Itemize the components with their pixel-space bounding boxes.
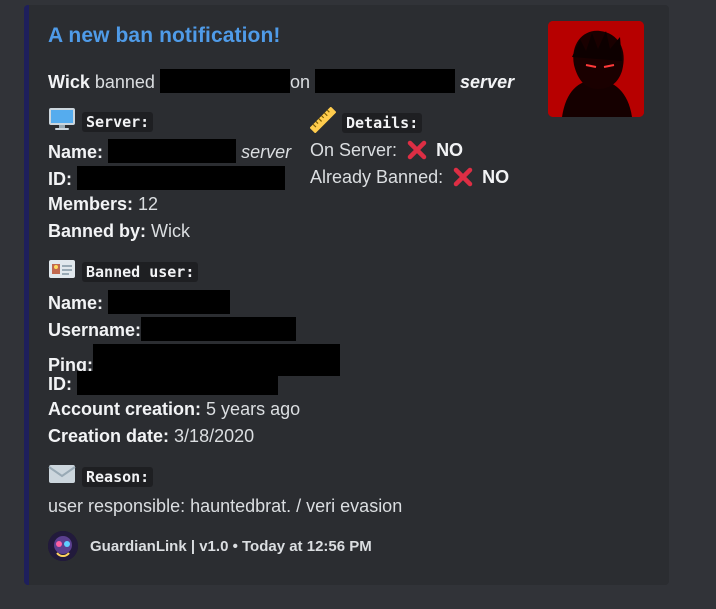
members-label: Members: (48, 194, 134, 214)
summary-suffix: server (460, 72, 515, 92)
ban-notification-embed: A new ban notification! Wick banned on s… (24, 5, 669, 585)
summary-actor: Wick (48, 72, 90, 92)
account-creation-label: Account creation: (48, 399, 202, 419)
redacted-user-id (77, 371, 279, 395)
redacted-username (141, 317, 297, 341)
banned-by-row: Banned by: Wick (48, 220, 190, 242)
summary-verb: banned (94, 72, 155, 92)
creation-date-row: Creation date: 3/18/2020 (48, 425, 254, 447)
redacted-server-name (108, 139, 237, 163)
redacted-server (315, 69, 456, 93)
user-id-label: ID: (48, 374, 72, 394)
server-members-row: Members: 12 (48, 193, 158, 215)
user-name-row: Name: (48, 290, 231, 314)
redacted-user (159, 69, 290, 93)
ruler-icon (309, 106, 337, 138)
server-name-suffix: server (241, 142, 292, 162)
envelope-icon (48, 463, 76, 490)
banned-user-section-header: Banned user: (48, 258, 199, 285)
banned-by-value: Wick (151, 221, 191, 241)
banned-user-heading: Banned user: (82, 261, 199, 282)
reason-heading: Reason: (82, 466, 154, 487)
creation-date-value: 3/18/2020 (174, 426, 255, 446)
redacted-server-id (77, 166, 286, 190)
cross-mark-icon (453, 167, 473, 187)
summary-connector: on (289, 72, 310, 92)
banned-by-label: Banned by: (48, 221, 147, 241)
user-id-row: ID: (48, 371, 279, 395)
already-banned-label: Already Banned: (310, 167, 444, 187)
discord-channel: A new ban notification! Wick banned on s… (0, 0, 716, 609)
on-server-label: On Server: (310, 140, 398, 160)
server-id-row: ID: (48, 166, 286, 190)
already-banned-value: NO (482, 167, 510, 187)
details-section-header: Details: (309, 106, 423, 138)
footer-text: GuardianLink | v1.0 • Today at 12:56 PM (90, 537, 372, 555)
already-banned-row: Already Banned: NO (310, 166, 509, 188)
redacted-user-name (108, 290, 231, 314)
embed-footer: GuardianLink | v1.0 • Today at 12:56 PM (48, 531, 372, 561)
username-row: Username: (48, 317, 297, 341)
server-heading: Server: (82, 111, 154, 132)
server-id-label: ID: (48, 169, 72, 189)
id-card-icon (48, 258, 76, 285)
details-heading: Details: (342, 112, 423, 133)
username-label: Username: (48, 320, 142, 340)
server-name-row: Name: server (48, 139, 291, 163)
bot-avatar[interactable] (48, 531, 78, 561)
desktop-computer-icon (48, 107, 76, 136)
server-name-label: Name: (48, 142, 104, 162)
reason-text: user responsible: hauntedbrat. / veri ev… (48, 496, 403, 516)
reason-section-header: Reason: (48, 463, 154, 490)
on-server-value: NO (436, 140, 464, 160)
server-section-header: Server: (48, 107, 154, 136)
user-name-label: Name: (48, 293, 104, 313)
cross-mark-icon (407, 140, 427, 160)
creation-date-label: Creation date: (48, 426, 170, 446)
ban-summary: Wick banned on server (48, 69, 514, 93)
embed-thumbnail[interactable] (548, 21, 644, 117)
members-value: 12 (138, 194, 159, 214)
embed-title: A new ban notification! (48, 24, 281, 47)
on-server-row: On Server: NO (310, 139, 463, 161)
account-creation-value: 5 years ago (206, 399, 301, 419)
account-creation-row: Account creation: 5 years ago (48, 398, 300, 420)
